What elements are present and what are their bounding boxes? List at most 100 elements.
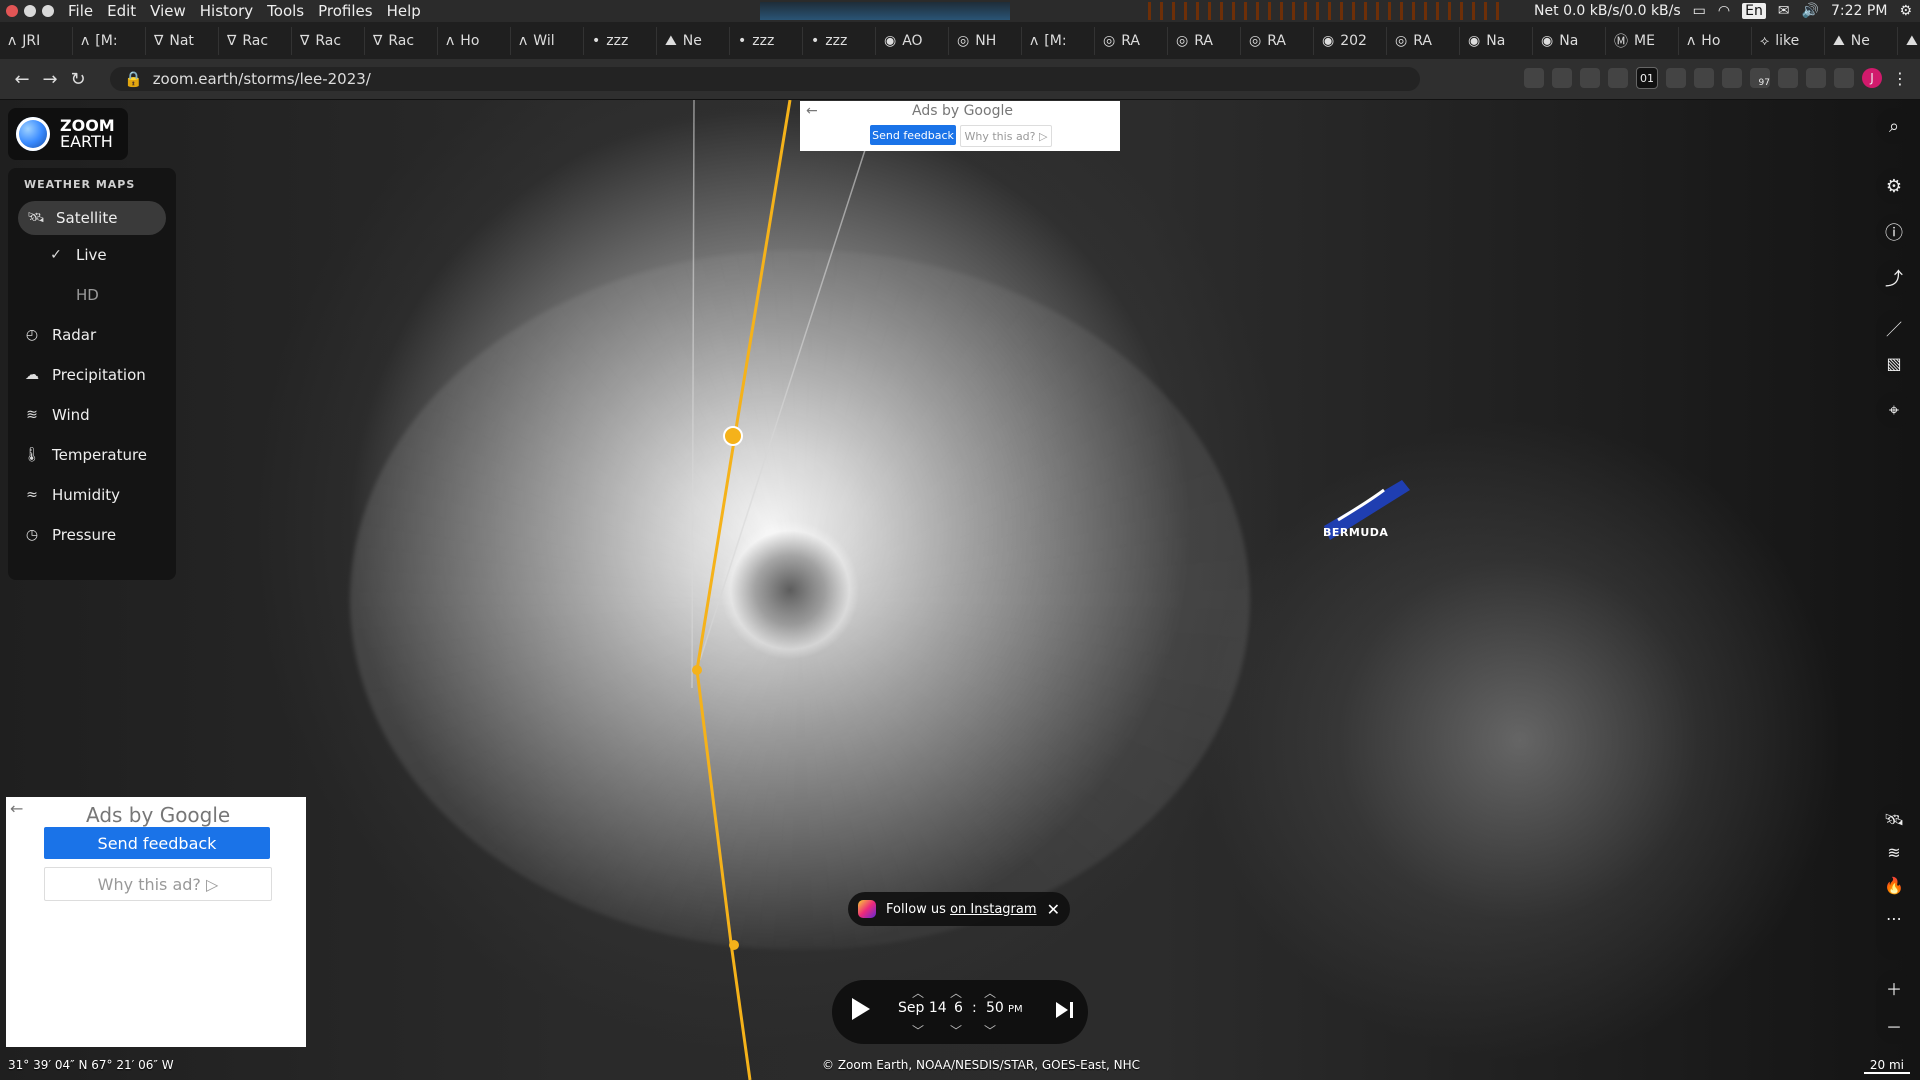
menu-item-precipitation[interactable]: ☁ Precipitation	[8, 355, 176, 395]
tab-8[interactable]: ʌ Wil	[511, 26, 584, 55]
skip-to-latest-icon[interactable]	[1056, 1002, 1068, 1018]
zoom-out-icon[interactable]: －	[1886, 1014, 1902, 1038]
keyboard-layout[interactable]: En	[1742, 3, 1766, 19]
google-icon[interactable]	[1524, 68, 1544, 88]
settings-icon[interactable]: ⚙	[1899, 3, 1912, 19]
minute-up-icon[interactable]: ︿	[984, 984, 996, 1001]
maximize-window-icon[interactable]	[42, 5, 54, 17]
tab-12[interactable]: • zzz	[803, 26, 876, 55]
tab-24[interactable]: ʌ Ho	[1679, 26, 1752, 55]
fire-layer-icon[interactable]: 🔥	[1884, 876, 1904, 895]
share-icon[interactable]	[1552, 68, 1572, 88]
profile-avatar[interactable]: J	[1862, 68, 1882, 88]
hour-down-icon[interactable]: ﹀	[950, 1022, 962, 1039]
extension-badge-01[interactable]: 01	[1636, 67, 1658, 89]
tab-11[interactable]: • zzz	[730, 26, 803, 55]
date-up-icon[interactable]: ︿	[912, 984, 924, 1001]
send-feedback-button[interactable]: Send feedback	[44, 827, 270, 859]
tab-17[interactable]: ◎ RA	[1168, 26, 1241, 55]
tab-15[interactable]: ʌ [M:	[1022, 26, 1095, 55]
date-label[interactable]: Sep 14	[898, 1000, 947, 1016]
search-button[interactable]: ⌕	[1876, 108, 1912, 144]
track-point[interactable]	[729, 940, 739, 950]
ad-back-icon[interactable]: ←	[806, 103, 818, 119]
menu-item-pressure[interactable]: ◷ Pressure	[8, 515, 176, 555]
date-down-icon[interactable]: ﹀	[912, 1022, 924, 1039]
tab-10[interactable]: ⛰ Ne	[657, 26, 730, 55]
extension-icon-1[interactable]	[1608, 68, 1628, 88]
wifi-icon[interactable]: ◠	[1718, 3, 1730, 19]
tab-19[interactable]: ◉ 202	[1314, 26, 1387, 55]
tab-21[interactable]: ◉ Na	[1460, 26, 1533, 55]
close-icon[interactable]: ✕	[1047, 900, 1060, 919]
menu-tools[interactable]: Tools	[267, 2, 304, 20]
ad-back-icon[interactable]: ←	[10, 799, 23, 818]
tab-26[interactable]: ⛰ Ne	[1825, 26, 1898, 55]
mail-icon[interactable]: ✉	[1778, 3, 1790, 19]
satellite-layer-icon[interactable]: 🛰	[1884, 810, 1904, 829]
more-layers-icon[interactable]: ⋯	[1886, 909, 1902, 928]
wind-layer-icon[interactable]: ≋	[1887, 843, 1900, 862]
back-icon[interactable]: ←	[8, 69, 36, 90]
tab-25[interactable]: ⟡ like	[1752, 26, 1825, 55]
instagram-link[interactable]: on Instagram	[950, 902, 1036, 917]
menu-item-hd[interactable]: HD	[8, 275, 176, 315]
settings-button[interactable]: ⚙	[1876, 168, 1912, 204]
menu-edit[interactable]: Edit	[107, 2, 136, 20]
extension-badge-97[interactable]: 97	[1750, 68, 1770, 88]
tab-9[interactable]: • zzz	[584, 26, 657, 55]
extension-icon-2[interactable]	[1694, 68, 1714, 88]
minute-value[interactable]: 50	[986, 1000, 1004, 1016]
storm-position-marker[interactable]	[723, 426, 743, 446]
more-icon[interactable]: ⋮	[1890, 68, 1910, 88]
menu-item-radar[interactable]: ◴ Radar	[8, 315, 176, 355]
hour-up-icon[interactable]: ︿	[950, 984, 962, 1001]
tab-23[interactable]: Ⓜ ME	[1606, 26, 1679, 55]
puzzle-icon[interactable]	[1806, 68, 1826, 88]
tab-16[interactable]: ◎ RA	[1095, 26, 1168, 55]
document-icon[interactable]	[1778, 68, 1798, 88]
track-point[interactable]	[692, 665, 702, 675]
tab-18[interactable]: ◎ RA	[1241, 26, 1314, 55]
tab-3[interactable]: ∇ Nat	[146, 26, 219, 55]
info-button[interactable]: ⓘ	[1876, 214, 1912, 250]
tab-14[interactable]: ◎ NH	[949, 26, 1022, 55]
why-this-ad-button[interactable]: Why this ad? ▷	[44, 867, 272, 901]
menu-history[interactable]: History	[200, 2, 253, 20]
send-feedback-button[interactable]: Send feedback	[870, 125, 956, 145]
minute-down-icon[interactable]: ﹀	[984, 1022, 996, 1039]
tab-1[interactable]: ʌ JRI	[0, 26, 73, 55]
menu-item-temperature[interactable]: 🌡 Temperature	[8, 435, 176, 475]
tab-4[interactable]: ∇ Rac	[219, 26, 292, 55]
screen-icon[interactable]: ▭	[1693, 3, 1706, 19]
why-this-ad-button[interactable]: Why this ad? ▷	[960, 125, 1052, 147]
clock[interactable]: 7:22 PM	[1831, 3, 1887, 19]
extension-icon-3[interactable]	[1722, 68, 1742, 88]
power-icon[interactable]	[1666, 68, 1686, 88]
menu-item-wind[interactable]: ≋ Wind	[8, 395, 176, 435]
tab-7[interactable]: ʌ Ho	[438, 26, 511, 55]
zoom-in-icon[interactable]: ＋	[1886, 976, 1902, 1000]
share-button[interactable]: ⤴	[1876, 260, 1912, 296]
minimize-window-icon[interactable]	[24, 5, 36, 17]
url-field[interactable]: 🔒 zoom.earth/storms/lee-2023/	[110, 67, 1420, 91]
close-window-icon[interactable]	[6, 5, 18, 17]
volume-icon[interactable]: 🔊	[1802, 3, 1819, 19]
measure-distance-icon[interactable]: ／	[1886, 316, 1902, 340]
tab-20[interactable]: ◎ RA	[1387, 26, 1460, 55]
menu-file[interactable]: File	[68, 2, 93, 20]
hour-value[interactable]: 6	[954, 1000, 963, 1016]
tab-5[interactable]: ∇ Rac	[292, 26, 365, 55]
tab-6[interactable]: ∇ Rac	[365, 26, 438, 55]
menu-item-satellite[interactable]: 🛰 Satellite	[18, 201, 166, 235]
play-icon[interactable]	[852, 998, 870, 1020]
menu-view[interactable]: View	[150, 2, 186, 20]
menu-profiles[interactable]: Profiles	[318, 2, 372, 20]
measure-area-icon[interactable]: ▧	[1886, 354, 1901, 373]
tab-13[interactable]: ◉ AO	[876, 26, 949, 55]
locate-button[interactable]: ⌖	[1876, 392, 1912, 428]
star-icon[interactable]	[1580, 68, 1600, 88]
forward-icon[interactable]: →	[36, 69, 64, 90]
menu-help[interactable]: Help	[387, 2, 421, 20]
tab-22[interactable]: ◉ Na	[1533, 26, 1606, 55]
